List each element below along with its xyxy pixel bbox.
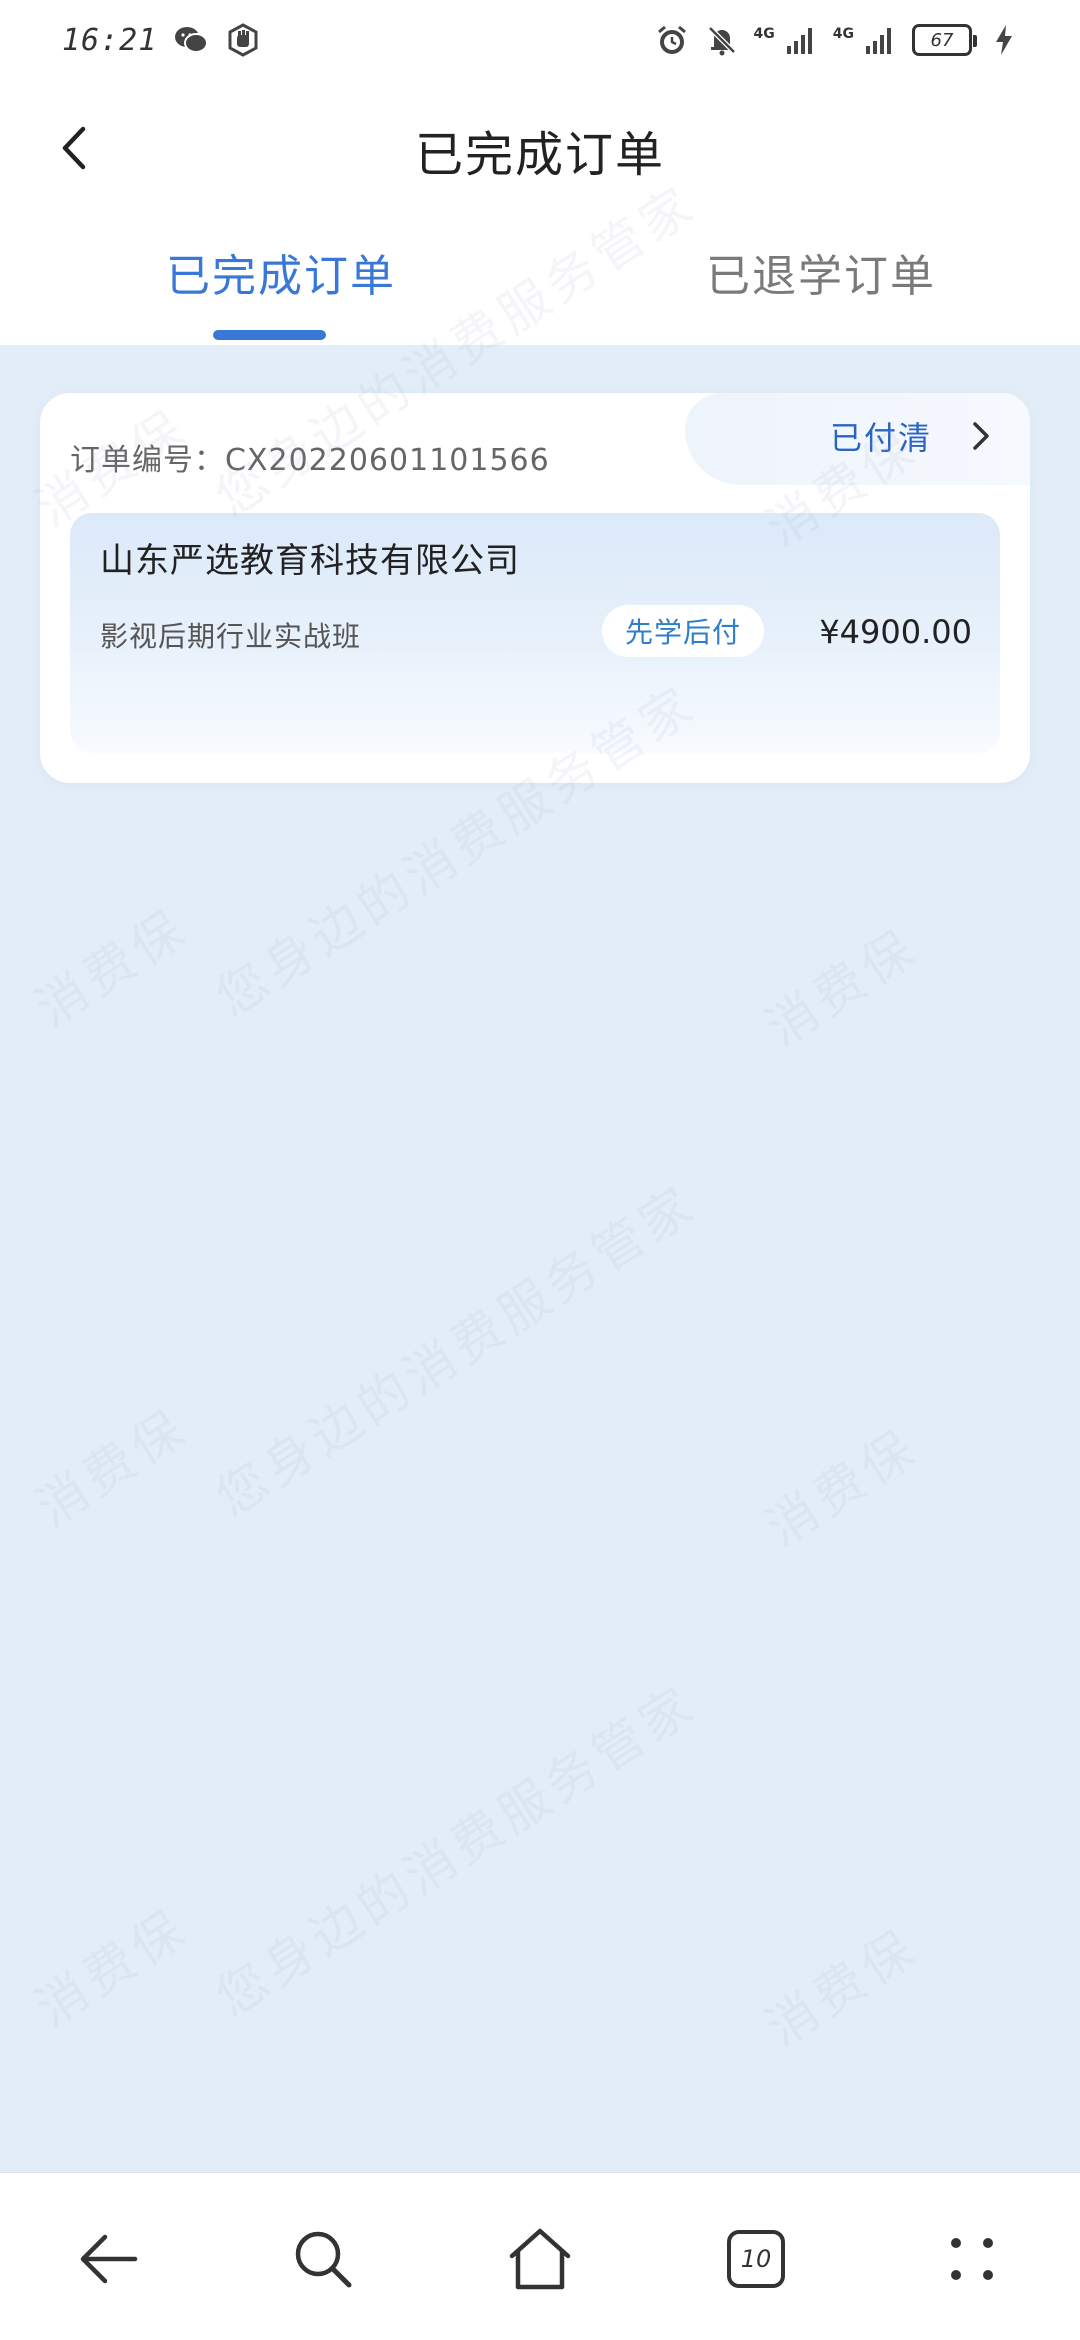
nav-home-button[interactable] [502,2221,578,2297]
order-number-label: 订单编号： [70,443,225,478]
home-icon [509,2228,571,2290]
status-time: 16:21 [62,22,158,58]
watermark-text: 消费保 [25,1897,199,2038]
more-dots-icon [951,2238,993,2280]
search-icon [295,2231,352,2288]
order-card[interactable]: 订单编号：CX20220601101566 已付清 山东严选教育科技有限公司 影… [40,393,1030,783]
wechat-icon [173,22,209,58]
status-left: 16:21 [62,22,261,58]
company-name: 山东严选教育科技有限公司 [100,541,520,581]
order-number: 订单编号：CX20220601101566 [70,435,550,479]
tab-completed-orders[interactable]: 已完成订单 [166,240,396,304]
status-right: 4G 4G 67 [654,22,1022,58]
watermark-layer: 消费保 您身边的消费服务管家 消费保 消费保 您身边的消费服务管家 消费保 消费… [0,0,1080,2340]
watermark-text: 您身边的消费服务管家 [205,1674,708,2028]
page-title: 已完成订单 [414,127,665,183]
order-price: ¥4900.00 [819,613,972,651]
bottom-nav: 10 [0,2172,1080,2340]
watermark-text: 消费保 [25,1397,199,1538]
arrow-left-icon [80,2234,138,2284]
paid-status-label: 已付清 [829,419,932,457]
signal-icon [783,22,819,58]
bell-muted-icon [704,22,740,58]
network-type-2: 4G [832,26,854,42]
header: 已完成订单 已完成订单 已退学订单 [0,80,1080,345]
signal-icon [862,22,898,58]
course-name: 影视后期行业实战班 [100,620,362,653]
order-detail-card[interactable]: 山东严选教育科技有限公司 影视后期行业实战班 先学后付 ¥4900.00 [70,513,1000,753]
tab-indicator [213,330,326,340]
paid-status-link[interactable]: 已付清 [830,413,990,459]
status-bar: 16:21 4G 4G 67 [0,0,1080,80]
nav-tabs-button[interactable]: 10 [718,2221,794,2297]
chevron-right-icon [973,422,989,450]
battery-indicator: 67 [912,24,977,56]
watermark-text: 消费保 [755,1917,929,2058]
charging-icon [986,22,1022,58]
payment-type-badge: 先学后付 [602,605,764,657]
nav-menu-button[interactable] [934,2221,1010,2297]
order-number-value: CX20220601101566 [225,443,550,478]
watermark-text: 消费保 [755,1417,929,1558]
hand-icon [225,22,261,58]
tab-withdrawn-orders[interactable]: 已退学订单 [706,240,936,304]
watermark-text: 消费保 [25,897,199,1038]
tab-count-badge: 10 [727,2230,785,2288]
alarm-icon [654,22,690,58]
nav-search-button[interactable] [285,2221,361,2297]
network-type-1: 4G [753,26,775,42]
watermark-text: 消费保 [755,917,929,1058]
watermark-text: 您身边的消费服务管家 [205,1174,708,1528]
nav-back-button[interactable] [70,2221,146,2297]
